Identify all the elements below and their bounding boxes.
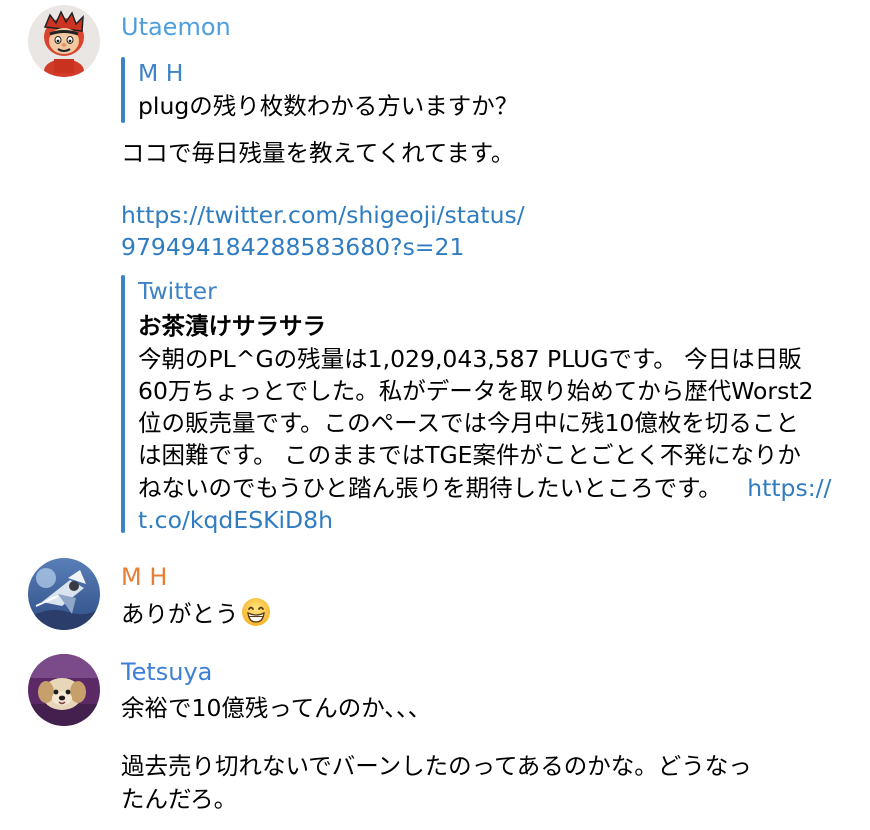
message-text-line-1: 余裕で10億残ってんのか、、、 bbox=[121, 694, 432, 722]
message-text-row: ありがとう bbox=[121, 597, 271, 635]
tetsuya-avatar[interactable] bbox=[28, 654, 100, 726]
sender-name[interactable]: M H bbox=[121, 562, 167, 592]
grinning-face-emoji-icon bbox=[241, 597, 271, 635]
reply-quote-bar bbox=[121, 57, 125, 123]
message-link-line-1[interactable]: https://twitter.com/shigeoji/status/ bbox=[121, 199, 525, 231]
utaemon-avatar[interactable] bbox=[28, 5, 100, 77]
link-preview-title: お茶漬けサラサラ bbox=[138, 312, 326, 340]
link-preview-line-1: 今朝のPL^Gの残量は1,029,043,587 PLUGです。 今日は日販 bbox=[138, 345, 802, 373]
link-preview-line-4: は困難です。 このままではTGE案件がことごとく不発になりか bbox=[138, 441, 801, 469]
anime-scene-avatar-icon bbox=[28, 558, 100, 630]
link-preview-line-5-row: ねないのでもうひと踏ん張りを期待したいところです。 https:// bbox=[138, 472, 831, 504]
message-text-line-3: たんだろ。 bbox=[121, 785, 238, 813]
reply-quote-text: plugの残り枚数わかる方いますか？ bbox=[138, 92, 519, 120]
link-preview-url-part-1[interactable]: https:// bbox=[747, 474, 831, 502]
mh-avatar[interactable] bbox=[28, 558, 100, 630]
sender-name[interactable]: Tetsuya bbox=[121, 657, 212, 687]
message-text: ありがとう bbox=[121, 600, 239, 628]
reply-quote-author[interactable]: M H bbox=[138, 58, 183, 88]
message-link-line-2[interactable]: 979494184288583680?s=21 bbox=[121, 231, 464, 263]
link-preview-line-3: 位の販売量です。このペースでは今月中に残10億枚を切ること bbox=[138, 409, 799, 437]
dog-photo-avatar-icon bbox=[28, 654, 100, 726]
link-preview-site[interactable]: Twitter bbox=[138, 276, 217, 306]
link-preview-line-5: ねないのでもうひと踏ん張りを期待したいところです。 bbox=[138, 474, 722, 502]
link-preview-bar bbox=[121, 275, 125, 533]
sender-name[interactable]: Utaemon bbox=[121, 12, 231, 42]
link-preview-line-2: 60万ちょっとでした。私がデータを取り始めてから歴代Worst2 bbox=[138, 377, 814, 405]
message-text: ココで毎日残量を教えてくれてます。 bbox=[121, 139, 515, 167]
message-text-line-2: 過去売り切れないでバーンしたのってあるのかな。どうなっ bbox=[121, 752, 752, 780]
link-preview-url-part-2[interactable]: t.co/kqdESKiD8h bbox=[138, 504, 333, 536]
cartoon-character-avatar-icon bbox=[28, 5, 100, 77]
